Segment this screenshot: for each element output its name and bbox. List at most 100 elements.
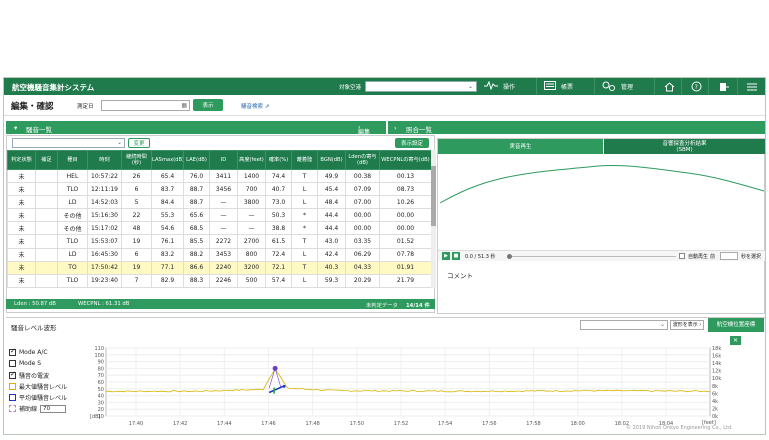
col-header[interactable]: ID <box>209 150 238 170</box>
table-row[interactable]: 未 TLO 15:53:07 19 76.1 85.5 2272 2700 61.5 T 43.0 0… <box>7 234 432 249</box>
legend-item[interactable]: 最大値騒音レベル <box>9 382 67 391</box>
edit-label[interactable]: 編集 › <box>358 124 370 136</box>
noise-list-title: 騒音一覧 <box>26 126 52 134</box>
table-row[interactable]: 未その他 15:17:02 48 54.6 68.5— —38.8 * 44.4 00.00 00… <box>7 221 432 236</box>
date-input[interactable]: ▦ <box>101 100 190 111</box>
y-tick-label: 110 <box>94 346 104 352</box>
auto-play-checkbox[interactable] <box>679 253 685 259</box>
close-button[interactable]: ✕ <box>730 336 741 345</box>
col-header[interactable]: 継続時間(秒) <box>121 150 152 170</box>
home-button[interactable] <box>661 80 677 93</box>
table-row[interactable]: 未 TLO 12:11:19 6 83.7 88.7 3456 700 40.7 L 45.4 07.… <box>7 182 432 197</box>
table-cell: — <box>209 208 238 223</box>
legend-item[interactable]: 補助線 70 <box>9 404 67 413</box>
table-cell: 44.4 <box>317 221 346 236</box>
tab-sbm-analysis[interactable]: 音響探査分析結果 (SBM) <box>604 139 765 154</box>
table-cell <box>35 247 58 262</box>
table-scrollbar[interactable] <box>431 150 436 288</box>
col-header[interactable]: Ldenの寄与(dB) <box>345 150 380 170</box>
noise-waveform-panel: 騒音レベル波形 ⌄ 波形を表示 › 航空機位置座標 ✕ ✓ Mode A/C Mo… <box>6 317 765 434</box>
y2-tick-label: 8k <box>712 384 718 390</box>
show-button[interactable]: 表示 <box>193 99 223 111</box>
logout-button[interactable] <box>715 80 731 93</box>
tab-audio-playback[interactable]: 実音再生 <box>438 139 603 154</box>
table-row[interactable]: 未 HEL 10:57:22 26 65.4 76.0 3411 1400 74.4 T 49.9 0… <box>7 168 432 184</box>
col-header[interactable]: BGN(dB) <box>317 150 346 170</box>
col-header[interactable]: 判定状態 <box>7 150 36 170</box>
table-cell: 19 <box>121 234 152 249</box>
col-header[interactable]: 補足 <box>35 150 58 170</box>
table-cell: * <box>291 208 318 223</box>
tab-aircraft-position[interactable]: 航空機位置座標 <box>708 318 764 332</box>
svg-text:?: ? <box>694 84 697 91</box>
table-row[interactable]: 未 TO 17:50:42 19 77.1 86.6 2240 3200 72.1 T 40.3 04… <box>7 260 432 275</box>
date-label: 測定日 <box>77 104 94 110</box>
table-cell: LD <box>57 195 88 210</box>
chevron-down-icon: ⌄ <box>467 83 473 90</box>
legend-item[interactable]: 平均値騒音レベル <box>9 393 67 402</box>
table-cell <box>35 221 58 236</box>
table-cell: HEL <box>57 168 88 184</box>
col-header[interactable]: 確率(%) <box>265 150 292 170</box>
y-tick-label: 60 <box>98 380 104 386</box>
table-cell: 26 <box>121 168 152 184</box>
table-cell: 84.4 <box>151 195 184 210</box>
col-header[interactable]: 時刻 <box>87 150 122 170</box>
filter-select[interactable]: ⌄ <box>12 138 125 148</box>
col-header[interactable]: 高度(feet) <box>237 150 266 170</box>
table-cell: 83.7 <box>151 182 184 197</box>
legend-item[interactable]: ✓ 騒音の電波 <box>9 370 49 380</box>
col-header[interactable]: LAE(dB) <box>183 150 210 170</box>
chevron-down-icon[interactable]: ▾ <box>14 124 17 132</box>
menu-operation[interactable]: 操作 <box>484 78 515 95</box>
table-cell: 01.91 <box>379 260 432 275</box>
legend-item[interactable]: ✓ Mode A/C <box>9 347 48 356</box>
position-marker <box>282 384 286 388</box>
table-row[interactable]: 未 TLO 19:23:40 7 82.9 88.3 2246 500 57.4 L 59.3 20.… <box>7 273 432 288</box>
divider <box>681 78 682 95</box>
playback-time: 0.0 / 51.3 秒 <box>465 254 496 260</box>
table-cell: 00.13 <box>379 168 432 184</box>
y2-tick-label: 16k <box>712 354 721 360</box>
chevron-down-icon: ⌄ <box>116 139 122 146</box>
table-cell: TLO <box>57 182 88 197</box>
table-row[interactable]: 未 LD 16:45:30 6 83.2 88.2 3453 800 72.4 L 42.4 06.2… <box>7 247 432 262</box>
table-row[interactable]: 未 LD 14:52:03 5 84.4 88.7—3800 73.0 L 48.4 07.00 1… <box>7 195 432 210</box>
menu-admin[interactable]: 管理 <box>602 78 633 95</box>
display-settings-button[interactable]: 表示設定 <box>395 138 429 148</box>
lden-total: Lden : 50.87 dB <box>14 301 56 307</box>
chevron-right-icon[interactable]: › <box>394 124 397 132</box>
airport-select[interactable]: ⌄ <box>365 81 477 92</box>
change-button[interactable]: 変更 <box>128 138 150 148</box>
col-header[interactable]: 離着陸 <box>291 150 318 170</box>
noise-level-chart: 11010090807060504030201018k16k14k12k10k8… <box>90 346 721 427</box>
seek-handle[interactable] <box>507 254 512 259</box>
table-cell: 2246 <box>209 273 238 288</box>
scrollbar-thumb[interactable] <box>431 166 436 226</box>
help-button[interactable]: ? <box>688 80 704 93</box>
seek-track[interactable] <box>507 256 676 257</box>
show-waveform-button[interactable]: 波形を表示 › <box>670 320 704 330</box>
table-cell: 42.4 <box>317 247 346 262</box>
table-row[interactable]: 未その他 15:16:30 22 55.3 65.6— —50.3 * 44.4 00.00 00… <box>7 208 432 223</box>
audio-waveform <box>439 165 765 204</box>
play-button[interactable]: ▶ <box>442 252 450 260</box>
noise-search-link[interactable]: 騒音検索 ⇗ <box>241 102 269 110</box>
seconds-input[interactable] <box>720 252 738 260</box>
table-cell: 88.2 <box>183 247 210 262</box>
table-cell: 未 <box>7 182 36 197</box>
match-list-title: 照合一覧 <box>406 126 432 134</box>
stop-button[interactable]: ■ <box>452 252 460 260</box>
table-cell: 未 <box>7 247 36 262</box>
col-header[interactable]: WECPNLの寄与(dB) <box>379 150 432 170</box>
aux-line-input[interactable]: 70 <box>40 404 67 413</box>
legend-item[interactable]: Mode S <box>9 360 41 367</box>
waveform-select[interactable]: ⌄ <box>580 320 668 330</box>
col-header[interactable]: LASmax(dB) <box>151 150 184 170</box>
hamburger-menu-button[interactable] <box>744 80 760 93</box>
menu-reports[interactable]: 帳票 <box>544 78 573 95</box>
table-cell: 59.3 <box>317 273 346 288</box>
table-cell: 10:57:22 <box>87 168 122 184</box>
col-header[interactable]: 種目 <box>57 150 88 170</box>
table-cell: 83.2 <box>151 247 184 262</box>
